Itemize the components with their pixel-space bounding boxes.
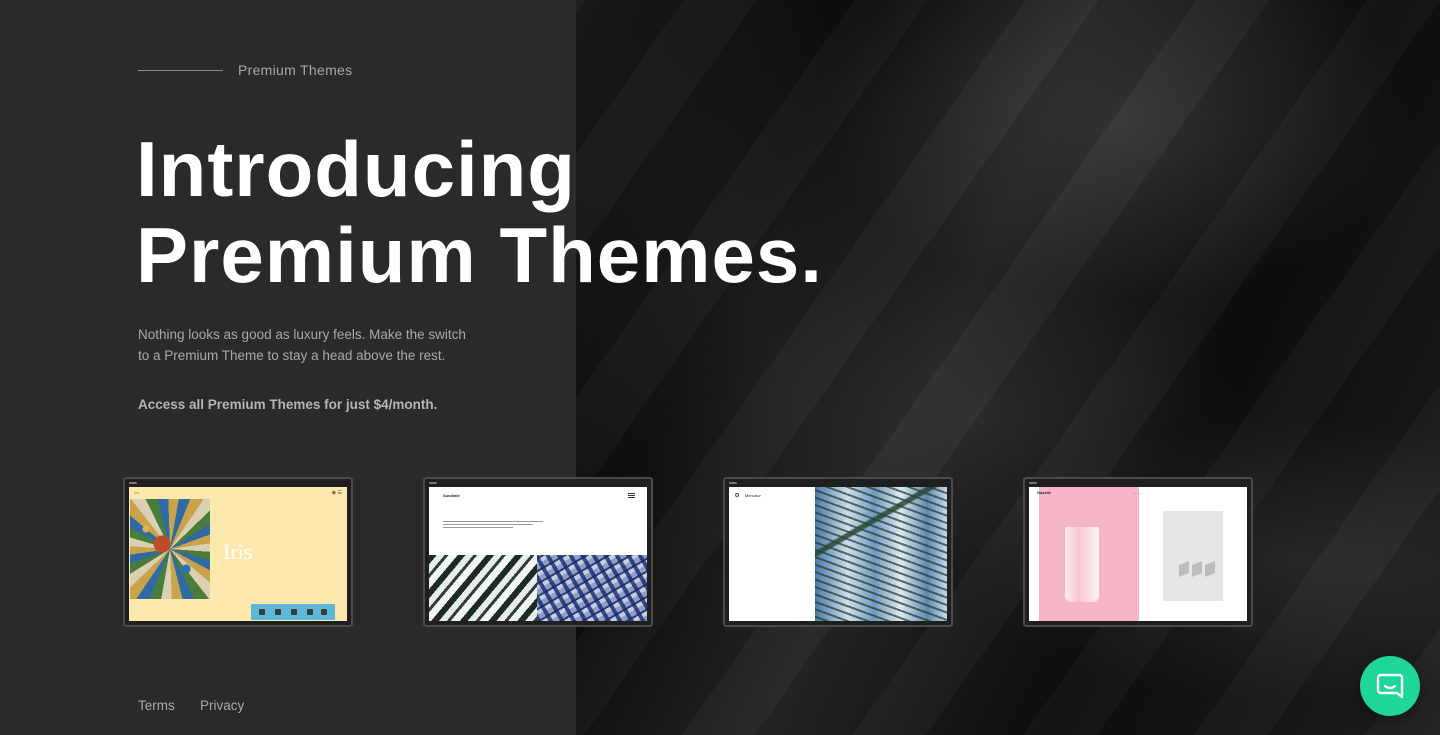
theme-card-gazelle[interactable]: Gazelle — — bbox=[1023, 477, 1253, 627]
theme-preview-sundiale: Sundiale bbox=[429, 487, 647, 621]
preview-photo bbox=[130, 499, 210, 599]
page-title: Introducing Premium Themes. bbox=[136, 126, 823, 298]
preview-brand: Iris bbox=[134, 490, 140, 495]
window-bar bbox=[1029, 482, 1037, 484]
preview-photo-palm bbox=[815, 487, 947, 621]
preview-copy-lines bbox=[443, 521, 543, 528]
theme-title-mercator: Mercator bbox=[745, 493, 761, 498]
eyebrow-label: Premium Themes bbox=[238, 62, 353, 78]
theme-card-sundiale[interactable]: Sundiale bbox=[423, 477, 653, 627]
theme-title-gazelle: Gazelle bbox=[1037, 490, 1052, 495]
preview-menu-icon: ◉ ☰ bbox=[331, 490, 342, 496]
theme-card-mercator[interactable]: Mercator bbox=[723, 477, 953, 627]
theme-title-iris: Iris bbox=[223, 539, 253, 564]
preview-product-strip bbox=[251, 604, 335, 620]
page: Premium Themes Introducing Premium Theme… bbox=[0, 0, 1440, 735]
preview-product-card bbox=[1163, 511, 1223, 601]
theme-preview-mercator: Mercator bbox=[729, 487, 947, 621]
preview-logo-icon bbox=[735, 493, 739, 497]
lead-line-1: Nothing looks as good as luxury feels. M… bbox=[138, 327, 466, 342]
page-title-line-2: Premium Themes. bbox=[136, 211, 823, 299]
privacy-link[interactable]: Privacy bbox=[200, 698, 244, 713]
window-bar bbox=[429, 482, 437, 484]
window-bar bbox=[729, 482, 737, 484]
preview-photo-architecture bbox=[429, 555, 539, 621]
page-title-line-1: Introducing bbox=[136, 125, 576, 213]
theme-preview-iris: Iris ◉ ☰ Iris bbox=[129, 487, 347, 621]
theme-title-sundiale: Sundiale bbox=[443, 493, 460, 498]
preview-menu-icon bbox=[628, 493, 635, 498]
pricing-offer: Access all Premium Themes for just $4/mo… bbox=[138, 397, 438, 412]
preview-nav: — — bbox=[1133, 490, 1143, 495]
eyebrow: Premium Themes bbox=[138, 62, 352, 78]
theme-card-iris[interactable]: Iris ◉ ☰ Iris bbox=[123, 477, 353, 627]
lead-line-2: to a Premium Theme to stay a head above … bbox=[138, 348, 446, 363]
terms-link[interactable]: Terms bbox=[138, 698, 175, 713]
chat-icon bbox=[1376, 673, 1404, 699]
chat-launcher-button[interactable] bbox=[1360, 656, 1420, 716]
eyebrow-divider bbox=[138, 69, 223, 71]
lead-paragraph: Nothing looks as good as luxury feels. M… bbox=[138, 324, 498, 366]
preview-photo-birds bbox=[537, 555, 647, 621]
window-bar bbox=[129, 482, 137, 484]
theme-preview-gazelle: Gazelle — — bbox=[1029, 487, 1247, 621]
preview-glass-image bbox=[1065, 527, 1099, 602]
